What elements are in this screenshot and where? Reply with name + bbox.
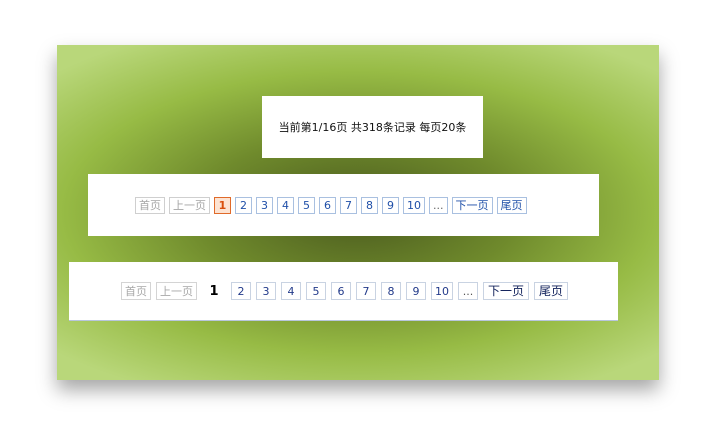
page-link-6[interactable]: 6	[319, 196, 336, 214]
page-link-8[interactable]: 8	[381, 282, 401, 300]
page-link-10[interactable]: 10	[403, 196, 425, 214]
prev-page-button: 上一页	[169, 196, 210, 214]
last-page-button[interactable]: 尾页	[534, 282, 569, 300]
first-page-button: 首页	[121, 282, 151, 300]
page-link-3[interactable]: 3	[256, 282, 276, 300]
page-summary-box: 当前第1/16页 共318条记录 每页20条	[262, 96, 483, 158]
page-link-6[interactable]: 6	[331, 282, 351, 300]
current-page-indicator: 1	[214, 196, 231, 214]
page-link-8[interactable]: 8	[361, 196, 378, 214]
last-page-button[interactable]: 尾页	[496, 196, 527, 214]
page-link-9[interactable]: 9	[406, 282, 426, 300]
page-link-10[interactable]: 10	[431, 282, 453, 300]
prev-page-button: 上一页	[156, 282, 197, 300]
page-link-7[interactable]: 7	[356, 282, 376, 300]
page-link-2[interactable]: 2	[235, 196, 252, 214]
page-link-4[interactable]: 4	[281, 282, 301, 300]
page-link-5[interactable]: 5	[306, 282, 326, 300]
page-link-4[interactable]: 4	[277, 196, 294, 214]
next-page-button[interactable]: 下一页	[451, 196, 493, 214]
page-summary-text: 当前第1/16页 共318条记录 每页20条	[278, 121, 467, 134]
current-page-indicator: 1	[209, 283, 219, 299]
page-link-5[interactable]: 5	[298, 196, 315, 214]
pagination-ellipsis: ...	[429, 196, 448, 214]
next-page-button[interactable]: 下一页	[483, 282, 530, 300]
page-link-7[interactable]: 7	[340, 196, 357, 214]
pagination-bar-1: 首页 上一页 1 2 3 4 5 6 7 8 9 10 ... 下一页 尾页	[88, 174, 599, 236]
page-link-9[interactable]: 9	[382, 196, 399, 214]
pagination-bar-2: 首页 上一页 1 2 3 4 5 6 7 8 9 10 ... 下一页 尾页	[69, 262, 618, 321]
first-page-button: 首页	[135, 196, 165, 214]
page-link-2[interactable]: 2	[231, 282, 251, 300]
page-link-3[interactable]: 3	[256, 196, 273, 214]
pagination-ellipsis: ...	[458, 282, 478, 300]
